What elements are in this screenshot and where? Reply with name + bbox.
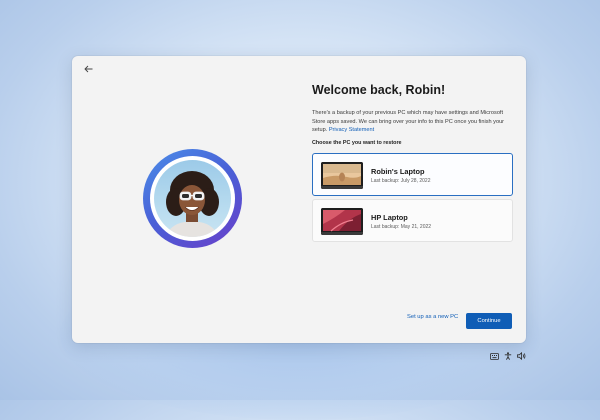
page-title: Welcome back, Robin! bbox=[312, 83, 446, 97]
avatar bbox=[143, 149, 242, 248]
pc-name: Robin's Laptop bbox=[371, 167, 425, 176]
avatar-photo bbox=[154, 160, 231, 237]
avatar-border bbox=[150, 156, 235, 241]
pc-thumbnail bbox=[321, 162, 363, 189]
pc-option-hp-laptop[interactable]: HP Laptop Last backup: May 21, 2022 bbox=[312, 199, 513, 242]
oobe-dialog: Welcome back, Robin! There's a backup of… bbox=[72, 56, 526, 343]
pc-last-backup: Last backup: July 28, 2022 bbox=[371, 178, 431, 184]
choose-pc-label: Choose the PC you want to restore bbox=[312, 140, 402, 146]
pc-name: HP Laptop bbox=[371, 213, 408, 222]
setup-as-new-pc-button[interactable]: Set up as a new PC bbox=[407, 314, 458, 320]
keyboard-icon[interactable] bbox=[489, 351, 499, 361]
volume-icon[interactable] bbox=[516, 351, 526, 361]
pc-option-robins-laptop[interactable]: Robin's Laptop Last backup: July 28, 202… bbox=[312, 153, 513, 196]
back-button[interactable] bbox=[81, 63, 95, 75]
back-arrow-icon bbox=[83, 65, 92, 73]
privacy-statement-link[interactable]: Privacy Statement bbox=[329, 127, 374, 133]
pc-thumbnail bbox=[321, 208, 363, 235]
description-text: There's a backup of your previous PC whi… bbox=[312, 109, 510, 135]
accessibility-icon[interactable] bbox=[503, 351, 513, 361]
continue-button[interactable]: Continue bbox=[466, 313, 512, 329]
pc-last-backup: Last backup: May 21, 2022 bbox=[371, 224, 432, 230]
